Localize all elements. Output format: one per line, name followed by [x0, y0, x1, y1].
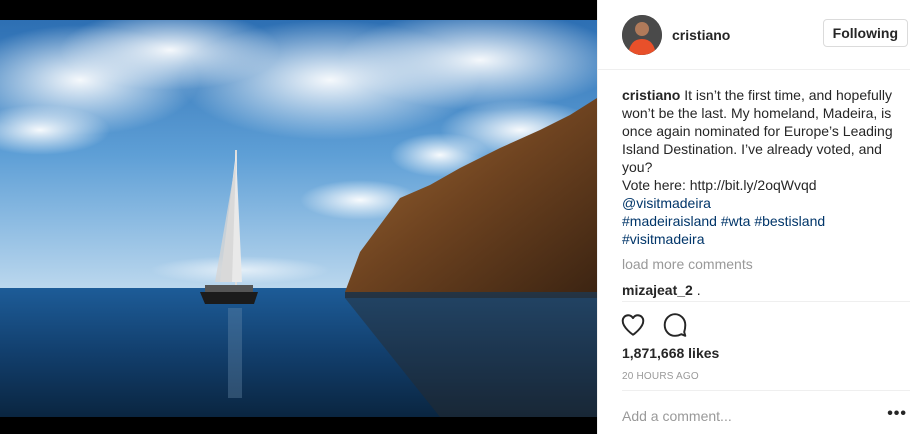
hashtag-link[interactable]: #wta: [721, 213, 751, 229]
post-actions: [620, 312, 688, 338]
more-options-icon[interactable]: •••: [887, 405, 907, 423]
add-comment-input[interactable]: [622, 404, 862, 428]
post-timestamp[interactable]: 20 HOURS AGO: [622, 371, 699, 382]
comment-text: .: [692, 282, 701, 298]
following-button[interactable]: Following: [822, 19, 908, 47]
hashtag-link[interactable]: #visitmadeira: [622, 231, 704, 247]
post-header: cristiano Following: [598, 0, 910, 70]
sailboat-photo: [0, 20, 597, 417]
post-caption: cristiano It isn’t the first time, and h…: [622, 86, 894, 248]
likes-count[interactable]: 1,871,668 likes: [622, 345, 719, 361]
mention-link[interactable]: @visitmadeira: [622, 195, 711, 211]
vote-line: Vote here: http://bit.ly/2oqWvqd: [622, 177, 817, 193]
post-media: [0, 0, 597, 434]
comment-item: mizajeat_2 .: [622, 282, 701, 298]
post-panel: cristiano Following cristiano It isn’t t…: [597, 0, 917, 434]
heart-icon[interactable]: [620, 312, 646, 338]
comment-icon[interactable]: [662, 312, 688, 338]
divider: [622, 301, 910, 302]
divider: [622, 390, 910, 391]
hashtag-link[interactable]: #bestisland: [754, 213, 825, 229]
hashtag-link[interactable]: #madeiraisland: [622, 213, 717, 229]
avatar[interactable]: [622, 14, 662, 55]
caption-username[interactable]: cristiano: [622, 87, 680, 103]
author-username[interactable]: cristiano: [672, 27, 730, 43]
avatar-image: [622, 14, 662, 55]
load-more-comments-link[interactable]: load more comments: [622, 256, 753, 272]
post-photo[interactable]: [0, 20, 597, 417]
comment-username[interactable]: mizajeat_2: [622, 282, 693, 298]
